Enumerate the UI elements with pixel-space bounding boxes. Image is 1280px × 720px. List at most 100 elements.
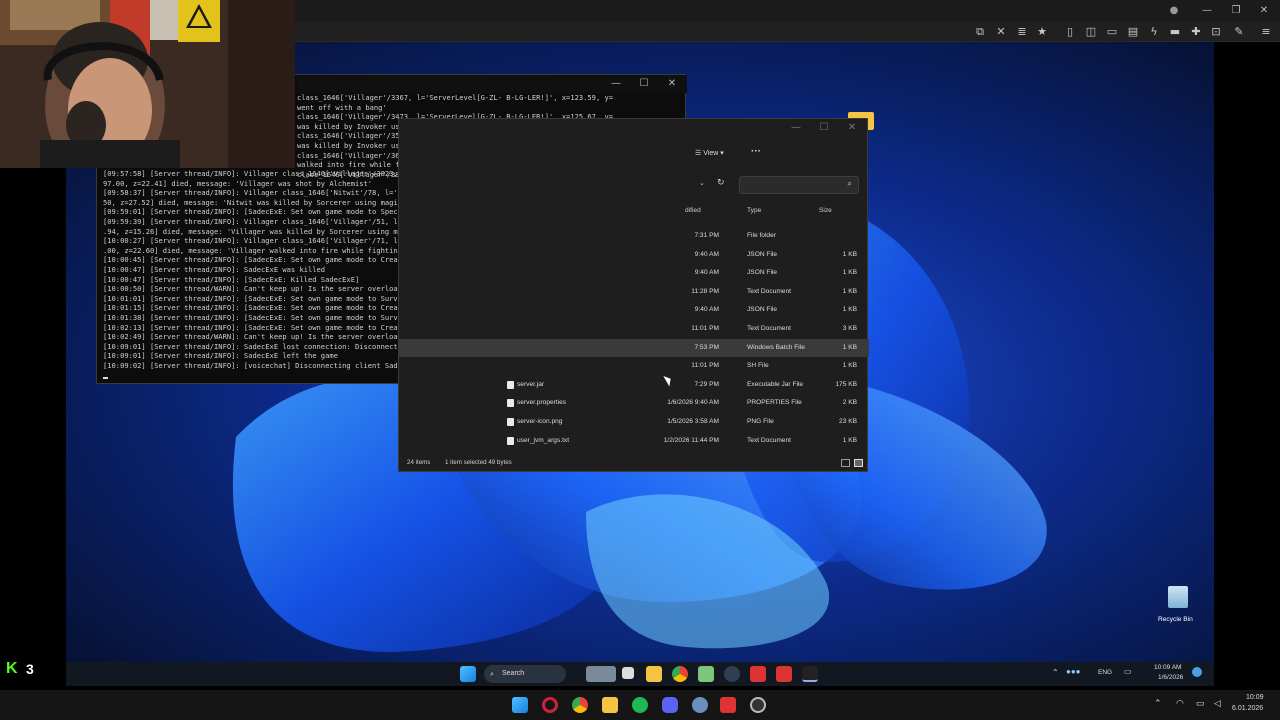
view-label: View: [703, 150, 719, 157]
explorer-close-button[interactable]: ✕: [845, 121, 859, 135]
explorer-file-row[interactable]: server.properties 1/6/2026 9:40 AM PROPERT…: [399, 394, 869, 412]
explorer-view-button[interactable]: ☰ View ▾: [695, 147, 724, 161]
explorer-file-row[interactable]: 11:28 PM Text Document 1 KB: [399, 283, 869, 301]
console-minimize-button[interactable]: —: [609, 77, 623, 91]
refresh-icon[interactable]: ↻: [717, 178, 725, 188]
sync-icon[interactable]: ✕: [994, 25, 1008, 39]
file-size: 23 KB: [839, 418, 857, 425]
explorer-column-headers: dified Type Size: [399, 203, 869, 219]
clock-date[interactable]: 1/6/2026: [1158, 674, 1183, 681]
restore-button[interactable]: ❐: [1229, 4, 1243, 18]
widgets-icon[interactable]: [586, 666, 616, 682]
task-view-icon[interactable]: [622, 667, 634, 679]
file-type: Windows Batch File: [747, 343, 805, 351]
explorer-maximize-button[interactable]: ☐: [817, 121, 831, 135]
taskbar-search-box[interactable]: ⌕ Search: [484, 665, 566, 683]
tray-chevron-icon[interactable]: ⌃: [1052, 668, 1059, 677]
recycle-bin-icon: [1168, 586, 1188, 608]
display-icon[interactable]: ▭: [1196, 698, 1205, 709]
chrome-icon[interactable]: [672, 666, 688, 682]
collections-icon[interactable]: ≣: [1015, 25, 1029, 39]
extensions-icon[interactable]: ▬: [1168, 25, 1182, 39]
obs-icon[interactable]: [750, 697, 766, 713]
file-type: JSON File: [747, 269, 778, 277]
explorer-file-row[interactable]: 9:40 AM JSON File 1 KB: [399, 246, 869, 264]
clock-time[interactable]: 10:09 AM: [1154, 664, 1181, 671]
explorer-search-input[interactable]: ⌕: [739, 176, 859, 194]
explorer-file-row[interactable]: 9:40 AM JSON File 1 KB: [399, 264, 869, 282]
file-explorer-icon[interactable]: [646, 666, 662, 682]
pen-icon[interactable]: ✎: [1232, 25, 1246, 39]
explorer-file-row[interactable]: 7:53 PM Windows Batch File 1 KB: [399, 338, 869, 357]
file-explorer-icon[interactable]: [602, 697, 618, 713]
column-type[interactable]: Type: [747, 203, 761, 219]
outer-clock-time[interactable]: 10:09: [1246, 694, 1264, 701]
file-name: server.jar: [517, 380, 545, 388]
screenshot-icon[interactable]: ▤: [1126, 25, 1140, 39]
notification-icon[interactable]: [1192, 667, 1202, 677]
inner-taskbar: ⌕ Search ⌃ ●●● ENG ▭ 10:09 AM 1/6/2026: [66, 662, 1214, 686]
file-icon: [507, 380, 514, 389]
file-type: JSON File: [747, 250, 778, 258]
menu-icon[interactable]: ≡: [1259, 25, 1273, 39]
outer-clock-date[interactable]: 6.01.2026: [1232, 705, 1263, 712]
close-button[interactable]: ✕: [1257, 4, 1271, 18]
cast-icon[interactable]: ⧉: [973, 25, 987, 39]
steam-icon[interactable]: [692, 697, 708, 713]
terminal-icon[interactable]: [802, 666, 818, 682]
minimize-button[interactable]: —: [1200, 4, 1214, 18]
reading-icon[interactable]: ▯: [1063, 25, 1077, 39]
explorer-file-row[interactable]: 11:01 PM Text Document 3 KB: [399, 320, 869, 338]
split-icon[interactable]: ◫: [1084, 25, 1098, 39]
file-explorer-window[interactable]: — ☐ ✕ ☰ View ▾ ··· ⌄ ↻ ⌕ dified Type Siz…: [398, 118, 869, 472]
explorer-minimize-button[interactable]: —: [789, 121, 803, 135]
network-icon[interactable]: ▭: [1124, 667, 1132, 676]
tray-chevron-icon[interactable]: ⌃: [1154, 698, 1162, 709]
more-options-button[interactable]: ···: [751, 146, 761, 157]
console-maximize-button[interactable]: ☐: [637, 77, 651, 91]
volume-icon[interactable]: ◁: [1214, 698, 1221, 709]
chevron-down-icon[interactable]: ⌄: [699, 179, 705, 187]
tray-icons[interactable]: ●●●: [1066, 667, 1081, 676]
explorer-file-row[interactable]: server.jar 7:29 PM Executable Jar File 175 …: [399, 376, 869, 394]
download-icon[interactable]: ⊡: [1209, 25, 1223, 39]
remote-app-icon[interactable]: [720, 697, 736, 713]
file-size: 1 KB: [842, 269, 857, 277]
file-size: 2 KB: [842, 399, 857, 407]
webcam-overlay: [0, 0, 295, 168]
console-line: went off with a bang': [297, 102, 387, 112]
explorer-file-row[interactable]: user_jvm_args.txt 1/2/2026 11:44 PM Text D…: [399, 432, 869, 450]
star-icon[interactable]: ★: [1035, 25, 1049, 39]
discord-icon[interactable]: [662, 697, 678, 713]
file-size: 1 KB: [842, 306, 857, 314]
explorer-file-row[interactable]: server-icon.png 1/5/2026 3:58 AM PNG File 2…: [399, 413, 869, 431]
recycle-bin[interactable]: Recycle Bin: [1154, 584, 1204, 628]
explorer-file-row[interactable]: 9:40 AM JSON File 1 KB: [399, 301, 869, 319]
bolt-icon[interactable]: ϟ: [1147, 25, 1161, 39]
wifi-icon[interactable]: ◠: [1176, 698, 1184, 709]
spotify-icon[interactable]: [632, 697, 648, 713]
chat-icon[interactable]: ▭: [1105, 25, 1119, 39]
puzzle-icon[interactable]: ✚: [1189, 25, 1203, 39]
notepad-icon[interactable]: [698, 666, 714, 682]
opera-icon[interactable]: [542, 697, 558, 713]
chrome-icon[interactable]: [572, 697, 588, 713]
explorer-file-row[interactable]: 7:31 PM File folder: [399, 227, 869, 245]
kick-logo-icon: K: [6, 660, 18, 677]
column-modified[interactable]: dified: [685, 203, 701, 219]
file-type: PNG File: [747, 418, 774, 425]
tiles-view-icon[interactable]: [854, 459, 863, 467]
pdf-icon-2[interactable]: [776, 666, 792, 682]
windows-start-icon[interactable]: [512, 697, 528, 713]
file-type: SH File: [747, 362, 769, 370]
pdf-icon[interactable]: [750, 666, 766, 682]
language-indicator[interactable]: ENG: [1098, 669, 1112, 676]
start-button[interactable]: [460, 666, 476, 682]
console-close-button[interactable]: ✕: [665, 77, 679, 91]
app-icon[interactable]: [724, 666, 740, 682]
file-modified: 7:31 PM: [694, 232, 719, 239]
details-view-icon[interactable]: [841, 459, 850, 467]
column-size[interactable]: Size: [819, 203, 832, 219]
explorer-file-row[interactable]: 11:01 PM SH File 1 KB: [399, 357, 869, 375]
profile-icon[interactable]: ●: [1167, 4, 1181, 18]
